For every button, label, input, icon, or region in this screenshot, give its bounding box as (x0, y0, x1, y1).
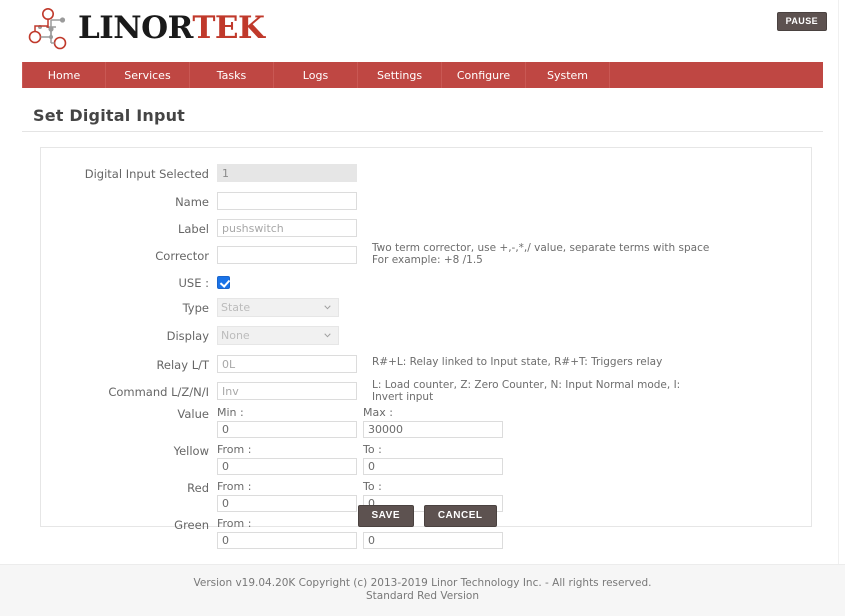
field-row-use: USE : (41, 273, 813, 295)
corrector-hint: Two term corrector, use +,-,*,/ value, s… (372, 242, 792, 266)
form-panel: Digital Input Selected Name Label (40, 147, 813, 549)
nav-item-settings[interactable]: Settings (358, 62, 442, 88)
control-label (217, 219, 357, 237)
digital-input-selected-field (217, 164, 357, 182)
yellow-to-label: To : (363, 443, 382, 456)
label-command: Command L/Z/N/I (108, 385, 209, 399)
field-row-yellow-range: Yellow From : To : (41, 441, 813, 481)
footer-copyright: Version v19.04.20K Copyright (c) 2013-20… (193, 577, 652, 589)
title-divider (22, 131, 823, 132)
relay-hint: R#+L: Relay linked to Input state, R#+T:… (372, 356, 663, 368)
field-row-label: Label (41, 219, 813, 241)
yellow-from-label: From : (217, 443, 252, 456)
label-field[interactable] (217, 219, 357, 237)
circuit-node-logo-icon (28, 8, 67, 50)
brand-name-accent: TEK (192, 9, 265, 46)
value-min-label: Min : (217, 406, 244, 419)
nav-item-services[interactable]: Services (106, 62, 190, 88)
form-actions: SAVE CANCEL (41, 505, 813, 527)
nav-item-configure[interactable]: Configure (442, 62, 526, 88)
nav-filler (610, 62, 823, 88)
brand-name-dark: LINOR (78, 9, 193, 46)
control-digital-input-selected (217, 164, 357, 182)
red-from-label: From : (217, 480, 252, 493)
cancel-button[interactable]: CANCEL (423, 505, 497, 527)
brand-logo[interactable]: LINORTEK (28, 6, 265, 50)
field-row-corrector: Corrector Two term corrector, use +,-,*,… (41, 242, 813, 268)
app-page: LINORTEK PAUSE Home Services Tasks Logs … (0, 0, 845, 616)
field-row-type: Type State (41, 298, 813, 320)
value-min-field[interactable] (217, 421, 357, 438)
field-row-digital-input-selected: Digital Input Selected (41, 164, 813, 186)
label-red: Red (187, 481, 209, 495)
field-row-command: Command L/Z/N/I L: Load counter, Z: Zero… (41, 379, 813, 404)
type-select: State (217, 298, 339, 317)
type-select-wrap: State (217, 298, 339, 317)
label-corrector: Corrector (155, 249, 209, 263)
use-checkbox[interactable] (217, 276, 230, 289)
command-hint-line-2: Invert input (372, 390, 434, 403)
display-select-wrap: None (217, 326, 339, 345)
red-to-label: To : (363, 480, 382, 493)
control-display: None (217, 326, 339, 345)
corrector-hint-line-1: Two term corrector, use +,-,*,/ value, s… (372, 242, 710, 254)
label-type: Type (182, 301, 209, 315)
nav-item-system[interactable]: System (526, 62, 610, 88)
value-max-field[interactable] (363, 421, 503, 438)
corrector-field[interactable] (217, 246, 357, 264)
control-relay (217, 355, 357, 373)
pause-button[interactable]: PAUSE (776, 12, 827, 31)
label-use: USE : (178, 276, 209, 290)
yellow-from-field[interactable] (217, 458, 357, 475)
corrector-hint-line-2: For example: +8 /1.5 (372, 253, 483, 266)
label-relay: Relay L/T (156, 358, 209, 372)
value-max-label: Max : (363, 406, 393, 419)
label-value: Value (177, 407, 209, 421)
control-corrector (217, 246, 357, 264)
nav-item-tasks[interactable]: Tasks (190, 62, 274, 88)
green-to-field[interactable] (363, 532, 503, 549)
control-type: State (217, 298, 339, 317)
field-row-display: Display None (41, 326, 813, 348)
nav-item-home[interactable]: Home (22, 62, 106, 88)
main-navigation: Home Services Tasks Logs Settings Config… (22, 62, 823, 88)
yellow-to-field[interactable] (363, 458, 503, 475)
command-hint-line-1: L: Load counter, Z: Zero Counter, N: Inp… (372, 379, 681, 391)
page-title: Set Digital Input (33, 106, 186, 125)
control-command (217, 382, 357, 400)
command-hint: L: Load counter, Z: Zero Counter, N: Inp… (372, 379, 792, 403)
label-name: Name (175, 195, 209, 209)
page-header: LINORTEK PAUSE (0, 0, 845, 58)
control-use (217, 273, 230, 292)
field-row-value-range: Value Min : Max : (41, 404, 813, 444)
relay-field[interactable] (217, 355, 357, 373)
label-display: Display (166, 329, 209, 343)
footer-version: Standard Red Version (365, 590, 479, 602)
page-footer: Version v19.04.20K Copyright (c) 2013-20… (0, 564, 845, 616)
brand-wordmark: LINORTEK (78, 9, 265, 46)
control-name (217, 192, 357, 210)
field-row-relay: Relay L/T R#+L: Relay linked to Input st… (41, 355, 813, 377)
label-yellow: Yellow (173, 444, 209, 458)
field-row-name: Name (41, 192, 813, 214)
label-digital-input-selected: Digital Input Selected (84, 167, 209, 181)
save-button[interactable]: SAVE (357, 505, 414, 527)
label-label: Label (177, 222, 209, 236)
command-field[interactable] (217, 382, 357, 400)
name-field[interactable] (217, 192, 357, 210)
display-select: None (217, 326, 339, 345)
page-right-edge (838, 0, 845, 564)
nav-item-logs[interactable]: Logs (274, 62, 358, 88)
green-from-field[interactable] (217, 532, 357, 549)
